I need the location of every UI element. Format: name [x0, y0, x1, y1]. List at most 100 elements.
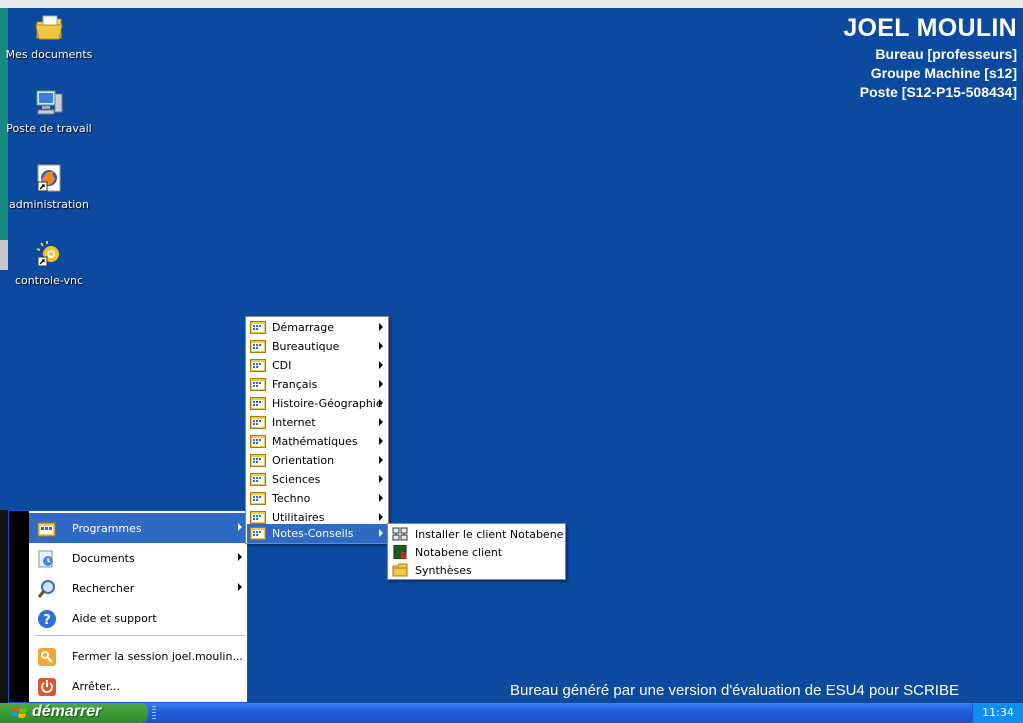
programs-menu-label: CDI: [272, 359, 292, 372]
submenu-arrow-icon: [379, 529, 383, 537]
programs-menu-label: Techno: [272, 492, 311, 505]
vnc-shortcut-icon: [33, 238, 65, 270]
submenu-arrow-icon: [238, 523, 242, 531]
submenu-arrow-icon: [379, 494, 383, 502]
programs-menu-label: Français: [272, 378, 318, 391]
programs-menu-label: Sciences: [272, 473, 321, 486]
start-menu-item-rechercher[interactable]: Rechercher: [29, 573, 247, 603]
system-tray: 11:34: [972, 703, 1023, 723]
desktop-icon-administration[interactable]: administration: [4, 162, 94, 211]
installer-icon: [392, 527, 408, 541]
programs-menu-item[interactable]: Bureautique: [247, 337, 387, 356]
folder-icon: [392, 563, 408, 577]
program-group-icon: [250, 416, 266, 429]
start-menu-label: Fermer la session joel.moulin...: [72, 650, 243, 663]
start-label: démarrer: [32, 703, 102, 720]
programs-menu-item[interactable]: Mathématiques: [247, 432, 387, 451]
documents-icon: [37, 549, 57, 569]
poste-info: Poste [S12-P15-508434]: [859, 84, 1017, 100]
desktop-icon-mes-documents[interactable]: Mes documents: [4, 12, 94, 61]
desktop-icon-label: controle-vnc: [14, 274, 84, 287]
start-button[interactable]: démarrer: [0, 703, 148, 723]
start-menu-label: Arrêter...: [72, 680, 120, 693]
programs-menu-item[interactable]: CDI: [247, 356, 387, 375]
programs-menu-item[interactable]: Sciences: [247, 470, 387, 489]
programs-menu-item[interactable]: Français: [247, 375, 387, 394]
notes-menu-label: Synthèses: [415, 564, 472, 577]
submenu-arrow-icon: [379, 475, 383, 483]
submenu-arrow-icon: [238, 553, 242, 561]
start-menu-item-aide[interactable]: ? Aide et support: [29, 603, 247, 633]
desktop-icon-controle-vnc[interactable]: controle-vnc: [4, 238, 94, 287]
program-group-icon: [250, 511, 266, 524]
user-name: JOEL MOULIN: [843, 14, 1017, 42]
program-group-icon: [250, 359, 266, 372]
top-strip: [0, 0, 1023, 8]
program-group-icon: [250, 340, 266, 353]
submenu-arrow-icon: [379, 323, 383, 331]
programs-menu-label: Histoire-Géographie: [272, 397, 383, 410]
programs-menu-item-notes-conseils[interactable]: Notes-Conseils: [247, 524, 387, 543]
programs-menu-label: Démarrage: [272, 321, 335, 334]
submenu-arrow-icon: [379, 380, 383, 388]
notes-conseils-menu: Installer le client Notabene Notabene cl…: [387, 523, 566, 580]
programs-icon: [37, 519, 57, 539]
desktop-icon-label: Mes documents: [5, 48, 93, 61]
start-menu: Programmes Documents Rechercher ? Aide e…: [8, 510, 248, 703]
program-group-icon: [250, 454, 266, 467]
start-menu-label: Documents: [72, 552, 135, 565]
firefox-shortcut-icon: [33, 162, 65, 194]
desktop-icon-poste-de-travail[interactable]: Poste de travail: [4, 86, 94, 135]
my-computer-icon: [33, 86, 65, 118]
submenu-arrow-icon: [379, 418, 383, 426]
programs-menu-item[interactable]: Internet: [247, 413, 387, 432]
desktop-icon-label: Poste de travail: [6, 122, 92, 135]
submenu-arrow-icon: [379, 513, 383, 521]
programs-menu-label: Utilitaires: [272, 511, 325, 524]
submenu-arrow-icon: [379, 342, 383, 350]
start-menu-stripe: [9, 511, 29, 702]
notes-menu-label: Installer le client Notabene: [415, 528, 564, 541]
notabene-icon: [393, 545, 407, 559]
submenu-arrow-icon: [379, 361, 383, 369]
notes-menu-item-installer[interactable]: Installer le client Notabene: [389, 525, 564, 544]
notes-menu-item-syntheses[interactable]: Synthèses: [389, 561, 564, 580]
start-menu-label: Aide et support: [72, 612, 157, 625]
programs-menu-label: Orientation: [272, 454, 335, 467]
start-menu-item-programmes[interactable]: Programmes: [29, 513, 247, 543]
shutdown-icon: [37, 677, 57, 697]
submenu-arrow-icon: [379, 456, 383, 464]
start-menu-item-fermer-session[interactable]: Fermer la session joel.moulin...: [29, 641, 247, 671]
bureau-info: Bureau [professeurs]: [875, 46, 1017, 62]
evaluation-banner: Bureau généré par une version d'évaluati…: [510, 682, 959, 699]
program-group-icon: [250, 492, 266, 505]
left-edge-dark: [0, 510, 8, 703]
help-icon: ?: [37, 609, 57, 629]
programs-menu-label: Bureautique: [272, 340, 340, 353]
start-menu-separator: [35, 635, 245, 636]
program-group-icon: [250, 435, 266, 448]
programs-menu-item[interactable]: Démarrage: [247, 318, 387, 337]
start-menu-item-documents[interactable]: Documents: [29, 543, 247, 573]
notes-menu-item-notabene-client[interactable]: Notabene client: [389, 543, 564, 562]
groupe-info: Groupe Machine [s12]: [870, 65, 1017, 81]
programs-menu-item[interactable]: Histoire-Géographie: [247, 394, 387, 413]
clock[interactable]: 11:34: [982, 706, 1014, 719]
start-menu-label: Rechercher: [72, 582, 135, 595]
program-group-icon: [250, 378, 266, 391]
submenu-arrow-icon: [379, 399, 383, 407]
programs-menu-item[interactable]: Orientation: [247, 451, 387, 470]
taskbar: démarrer 11:34: [0, 703, 1023, 723]
desktop-icon-label: administration: [9, 198, 89, 211]
program-group-icon: [250, 321, 266, 334]
svg-text:?: ?: [43, 613, 51, 628]
submenu-arrow-icon: [379, 437, 383, 445]
program-group-icon: [250, 527, 266, 540]
programs-menu-item[interactable]: Techno: [247, 489, 387, 508]
logoff-icon: [37, 647, 57, 667]
start-menu-item-arreter[interactable]: Arrêter...: [29, 671, 247, 701]
programs-menu: Démarrage Bureautique CDI Français Histo…: [245, 316, 389, 544]
taskbar-grip[interactable]: [152, 706, 156, 720]
program-group-icon: [250, 397, 266, 410]
programs-menu-label: Mathématiques: [272, 435, 358, 448]
